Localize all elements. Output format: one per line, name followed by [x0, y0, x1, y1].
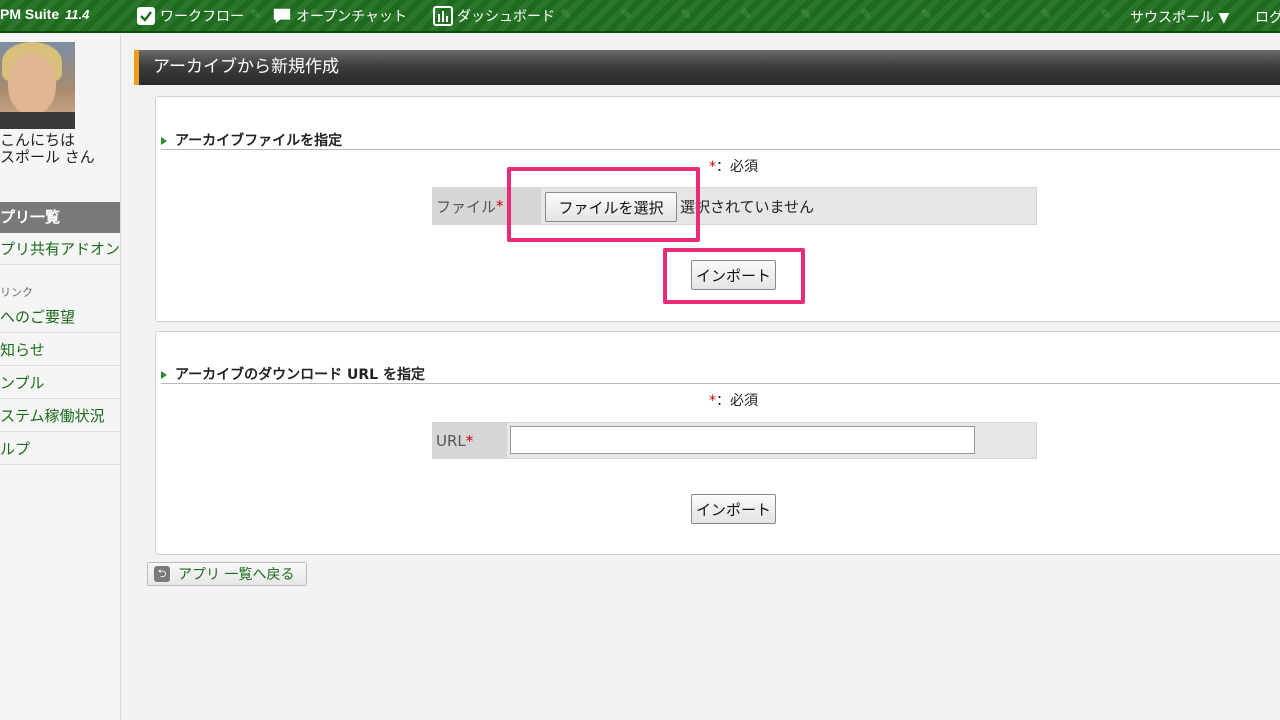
sidebar-link-help[interactable]: ルプ — [0, 433, 120, 465]
page-title: アーカイブから新規作成 — [134, 50, 1280, 85]
sidebar-item-addon[interactable]: プリ共有アドオン — [0, 233, 120, 265]
user-menu-dropdown[interactable]: サウスポール ▼ — [1130, 7, 1229, 27]
nav-dashboard[interactable]: ダッシュボード — [433, 5, 555, 27]
url-section-heading-text: アーカイブのダウンロード URL を指定 — [175, 367, 425, 383]
url-input[interactable] — [510, 426, 975, 454]
file-field-label-text: ファイル — [436, 197, 497, 216]
url-field-required-star: * — [465, 431, 474, 450]
url-field-label-text: URL — [436, 431, 466, 450]
triangle-bullet-icon — [161, 371, 167, 379]
file-section-heading: アーカイブファイルを指定 — [161, 130, 1280, 150]
greeting-line1: こんにちは — [0, 131, 76, 149]
back-arrow-icon: ⮌ — [154, 566, 170, 582]
required-note: *：必須 — [709, 390, 758, 410]
left-sidebar: こんにちは スポール さん プリ一覧 プリ共有アドオン リンク へのご要望 知ら… — [0, 35, 121, 720]
url-import-button[interactable]: インポート — [691, 494, 776, 524]
checkbox-icon — [136, 6, 156, 26]
dashboard-icon — [433, 6, 453, 26]
sidebar-link-request[interactable]: へのご要望 — [0, 301, 120, 333]
triangle-bullet-icon — [161, 137, 167, 145]
nav-open-chat[interactable]: オープンチャット — [272, 5, 407, 27]
required-star: * — [709, 159, 716, 175]
chat-bubble-icon — [272, 6, 292, 26]
highlight-choose-file — [507, 167, 700, 242]
url-field-row: URL * — [432, 422, 1037, 459]
file-field-required-star: * — [496, 197, 504, 215]
sidebar-link-system-status[interactable]: ステム稼働状況 — [0, 400, 120, 432]
highlight-import — [663, 248, 805, 304]
nav-open-chat-label: オープンチャット — [296, 9, 408, 25]
url-section-heading: アーカイブのダウンロード URL を指定 — [161, 364, 1280, 384]
sidebar-link-news[interactable]: 知らせ — [0, 334, 120, 366]
sidebar-link-sample[interactable]: ンプル — [0, 367, 120, 399]
sidebar-item-app-list[interactable]: プリ一覧 — [0, 202, 120, 233]
nav-workflow-label: ワークフロー — [160, 9, 244, 25]
required-star: * — [709, 393, 716, 409]
file-section-heading-text: アーカイブファイルを指定 — [175, 133, 343, 149]
nav-workflow[interactable]: ワークフロー — [136, 5, 244, 27]
app-logo[interactable]: PM Suite 11.4 — [0, 6, 89, 22]
greeting-line2: スポール さん — [0, 148, 95, 166]
required-note: *：必須 — [709, 156, 758, 176]
required-note-text: ：必須 — [716, 393, 758, 409]
url-import-panel: アーカイブのダウンロード URL を指定 *：必須 URL * インポート — [155, 331, 1280, 555]
no-file-selected-text: 選択されていません — [680, 198, 815, 216]
back-button-label: アプリ 一覧へ戻る — [178, 567, 295, 583]
nav-dashboard-label: ダッシュボード — [457, 9, 555, 25]
avatar[interactable] — [0, 42, 75, 129]
greeting: こんにちは スポール さん — [0, 132, 95, 166]
logout-link[interactable]: ログ — [1255, 7, 1280, 27]
top-navigation-bar: ✎ ✎ ✎ ✎ ✎ ✎ ✎ ✎ ✎ ✎ ✎ ✎ ✎ PM Suite 11.4 ワークフロー… — [0, 0, 1280, 33]
logo-text: PM Suite — [0, 6, 60, 22]
url-field-label: URL * — [433, 423, 507, 458]
required-note-text: ：必須 — [716, 159, 758, 175]
sidebar-links-caption: リンク — [0, 286, 33, 299]
back-to-app-list-button[interactable]: ⮌ アプリ 一覧へ戻る — [147, 562, 307, 586]
logo-version: 11.4 — [65, 7, 90, 22]
